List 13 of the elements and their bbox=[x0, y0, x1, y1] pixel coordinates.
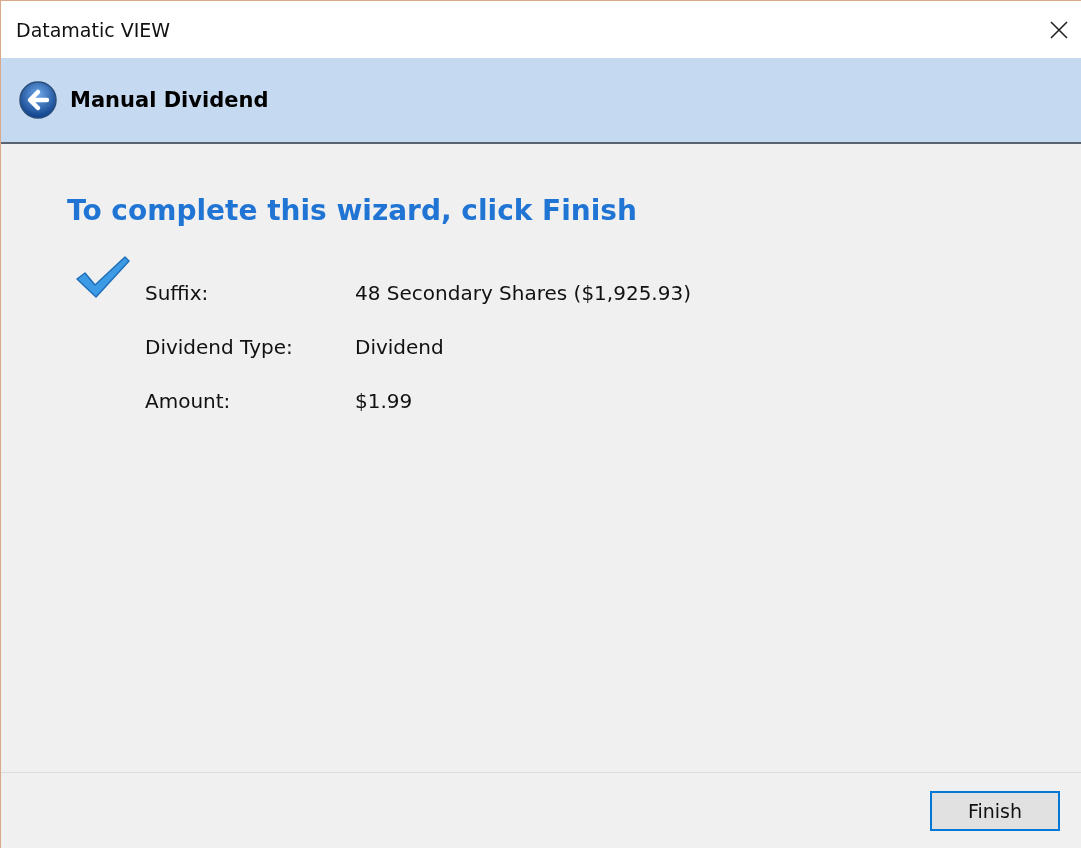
completion-heading: To complete this wizard, click Finish bbox=[67, 194, 638, 227]
field-label: Amount: bbox=[145, 389, 232, 413]
field-value: $1.99 bbox=[355, 389, 414, 413]
field-value: Dividend bbox=[355, 335, 445, 359]
field-label: Dividend Type: bbox=[145, 335, 294, 359]
field-label: Suffix: bbox=[145, 281, 210, 305]
window-title: Datamatic VIEW bbox=[16, 18, 171, 41]
back-icon[interactable] bbox=[18, 80, 58, 120]
finish-button[interactable]: Finish bbox=[930, 790, 1060, 831]
close-icon[interactable] bbox=[1049, 19, 1069, 40]
field-value: 48 Secondary Shares ($1,925.93) bbox=[355, 281, 691, 305]
wizard-title: Manual Dividend bbox=[70, 88, 269, 112]
checkmark-icon bbox=[75, 253, 131, 301]
